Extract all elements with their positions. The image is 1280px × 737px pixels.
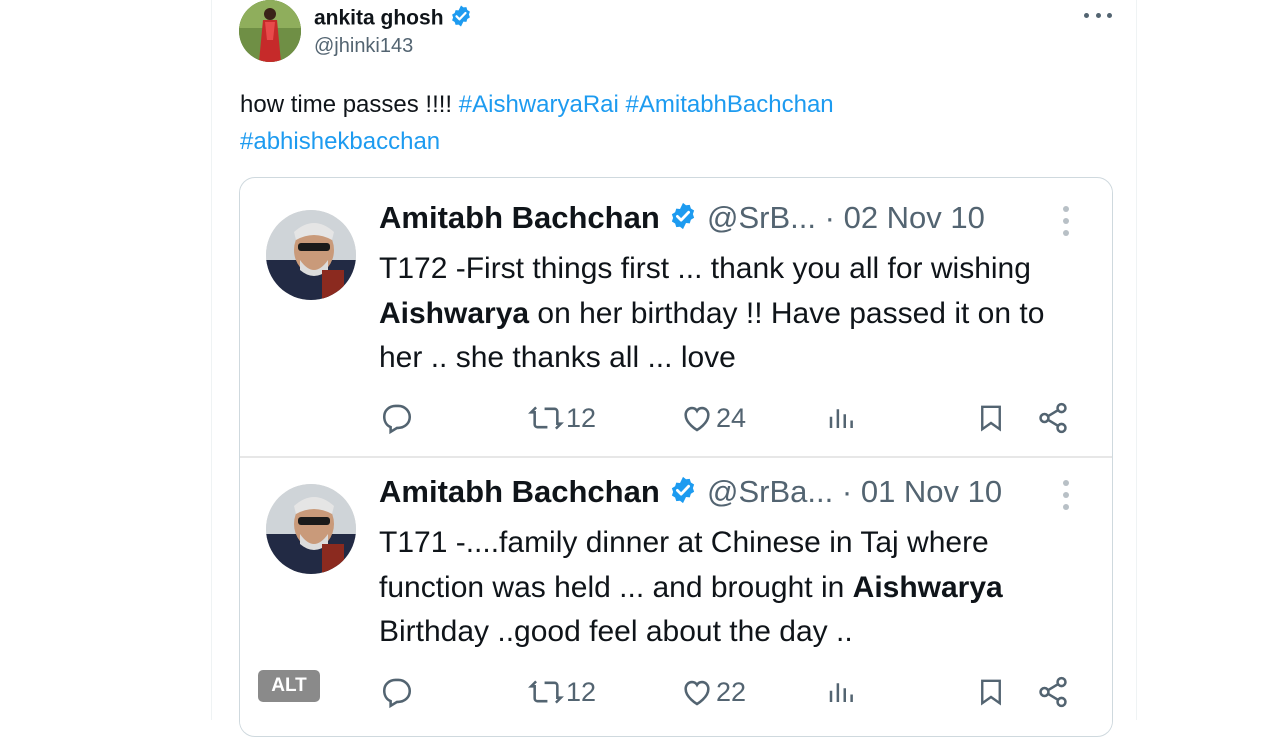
retweet-count: 12 (566, 676, 597, 707)
retweet-icon: 12 (528, 672, 596, 712)
bookmark-icon (976, 398, 1006, 438)
more-horizontal-icon[interactable] (1084, 6, 1112, 24)
views-icon (826, 672, 856, 712)
bookmark-icon (976, 672, 1006, 712)
quoted-author-name: Amitabh Bachchan (379, 474, 660, 509)
more-vertical-icon (1063, 206, 1069, 236)
quoted-author-name: Amitabh Bachchan (379, 200, 660, 235)
quoted-date: · 02 Nov 10 (824, 200, 985, 235)
quoted-date: · 01 Nov 10 (841, 474, 1003, 509)
author-avatar[interactable] (239, 0, 301, 62)
hashtag-link[interactable]: #AishwaryaRai (459, 91, 619, 118)
more-vertical-icon (1063, 480, 1069, 510)
retweet-count: 12 (566, 402, 597, 433)
like-count: 22 (716, 676, 747, 707)
quoted-text-bold: Aishwarya (852, 570, 1003, 604)
quoted-text-part: Birthday ..good feel about the day .. (379, 615, 853, 648)
quoted-actions: 12 22 (380, 672, 1080, 712)
views-icon (826, 398, 856, 438)
quoted-text: T172 -First things first ... thank you a… (379, 247, 1094, 381)
quoted-text-bold: Aishwarya (379, 296, 530, 330)
hashtag-link[interactable]: #AmitabhBachchan (626, 91, 834, 118)
quoted-header: Amitabh Bachchan @SrB... · 02 Nov 10 (379, 200, 1079, 239)
verified-badge-icon (668, 201, 698, 239)
post-media-image[interactable]: Amitabh Bachchan @SrB... · 02 Nov 10 T17… (239, 177, 1113, 737)
verified-badge-icon (668, 475, 698, 513)
verified-badge-icon (449, 4, 473, 34)
quoted-actions: 12 24 (380, 398, 1080, 438)
alt-text-badge[interactable]: ALT (258, 670, 320, 702)
post-text: how time passes !!!! #AishwaryaRai #Amit… (240, 86, 1100, 160)
like-icon: 22 (680, 672, 746, 712)
reply-icon (380, 672, 414, 712)
author-name[interactable]: ankita ghosh (314, 4, 473, 34)
post-text-body: how time passes !!!! (240, 91, 459, 118)
quoted-header: Amitabh Bachchan @SrBa... · 01 Nov 10 (379, 474, 1079, 513)
share-icon (1036, 672, 1070, 712)
retweet-icon: 12 (528, 398, 596, 438)
author-handle[interactable]: @jhinki143 (314, 35, 413, 58)
quoted-tweet: Amitabh Bachchan @SrB... · 02 Nov 10 T17… (240, 186, 1112, 458)
reply-icon (380, 398, 414, 438)
quoted-handle: @SrB... (707, 200, 817, 235)
like-icon: 24 (680, 398, 746, 438)
share-icon (1036, 398, 1070, 438)
quoted-text-part: T172 -First things first ... thank you a… (379, 252, 1031, 285)
author-name-text[interactable]: ankita ghosh (314, 7, 444, 30)
hashtag-link[interactable]: #abhishekbacchan (240, 128, 440, 155)
quoted-tweet: Amitabh Bachchan @SrBa... · 01 Nov 10 T1… (240, 460, 1112, 732)
quoted-text: T171 -....family dinner at Chinese in Ta… (379, 521, 1094, 655)
quoted-avatar (266, 210, 356, 300)
like-count: 24 (716, 402, 747, 433)
quoted-avatar (266, 484, 356, 574)
quoted-handle: @SrBa... (707, 474, 834, 509)
